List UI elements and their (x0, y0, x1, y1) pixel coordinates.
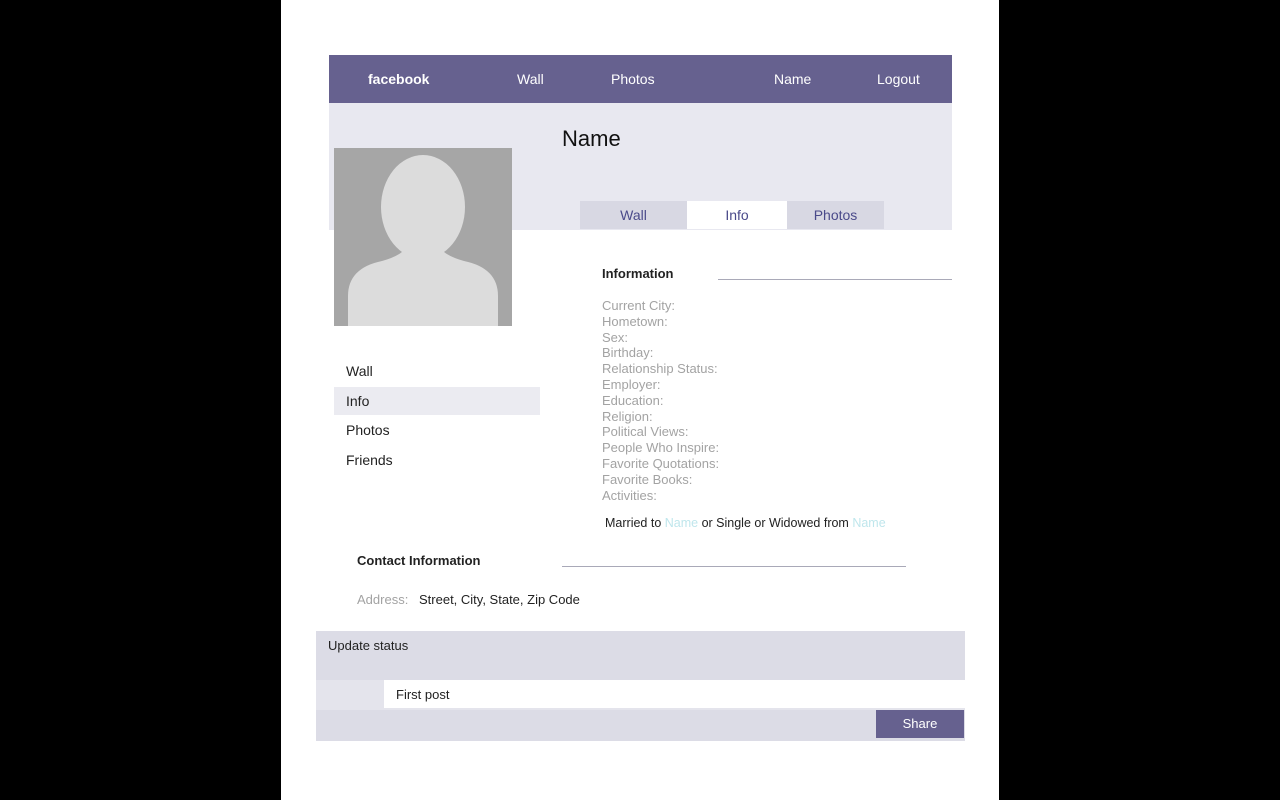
top-navigation-bar: facebook Wall Photos Name Logout (329, 55, 952, 103)
nav-wall-link[interactable]: Wall (517, 55, 544, 103)
sidebar-item-label: Wall (346, 363, 373, 379)
info-field-label: Employer: (602, 376, 661, 392)
tab-wall[interactable]: Wall (580, 201, 687, 229)
information-heading: Information (602, 266, 674, 281)
update-status-label: Update status (328, 638, 409, 653)
partner-name-link[interactable]: Name (665, 516, 698, 530)
info-field-label: People Who Inspire: (602, 440, 720, 456)
info-field-label: Hometown: (602, 313, 668, 329)
address-label: Address: (357, 592, 409, 607)
info-field-label: Favorite Quotations: (602, 455, 720, 471)
info-field-label: Political Views: (602, 424, 689, 440)
info-field-label: Religion: (602, 408, 653, 424)
info-field-label: Birthday: (602, 345, 654, 361)
profile-name-heading: Name (562, 126, 621, 151)
info-field-label: Activities: (602, 487, 657, 503)
contact-information-divider (562, 566, 906, 567)
brand-logo-link[interactable]: facebook (368, 55, 429, 103)
info-field-label: Relationship Status: (602, 361, 718, 377)
info-field-list: Current City: Hometown: Sex: Birthday: Relat… (602, 298, 719, 503)
sidebar-item-wall[interactable]: Wall (334, 357, 540, 385)
info-field-label: Current City: (602, 298, 675, 313)
default-profile-silhouette-icon (348, 155, 498, 326)
tab-info[interactable]: Info (687, 201, 787, 229)
former-partner-name-link[interactable]: Name (852, 516, 885, 530)
relationship-line: Married to Name or Single or Widowed fro… (605, 516, 886, 530)
sidebar-item-photos[interactable]: Photos (334, 416, 540, 444)
sidebar-item-friends[interactable]: Friends (334, 446, 540, 474)
contact-information-heading: Contact Information (357, 553, 481, 568)
profile-picture[interactable] (334, 148, 512, 326)
relationship-middle-text: or Single or Widowed from (698, 516, 853, 530)
information-divider (718, 279, 952, 280)
sidebar-item-info[interactable]: Info (334, 387, 540, 415)
nav-profile-name-link[interactable]: Name (774, 55, 811, 103)
info-field-label: Sex: (602, 329, 629, 345)
relationship-prefix: Married to (605, 516, 665, 530)
sidebar-item-label: Info (346, 393, 370, 409)
sidebar-item-label: Friends (346, 452, 393, 468)
tab-photos[interactable]: Photos (787, 201, 884, 229)
info-field-label: Favorite Books: (602, 471, 693, 487)
status-post-input[interactable] (384, 680, 965, 708)
address-value: Street, City, State, Zip Code (419, 592, 580, 607)
nav-photos-link[interactable]: Photos (611, 55, 655, 103)
logout-link[interactable]: Logout (877, 55, 920, 103)
sidebar-item-label: Photos (346, 422, 390, 438)
share-button[interactable]: Share (876, 710, 964, 738)
info-field-label: Education: (602, 392, 664, 408)
